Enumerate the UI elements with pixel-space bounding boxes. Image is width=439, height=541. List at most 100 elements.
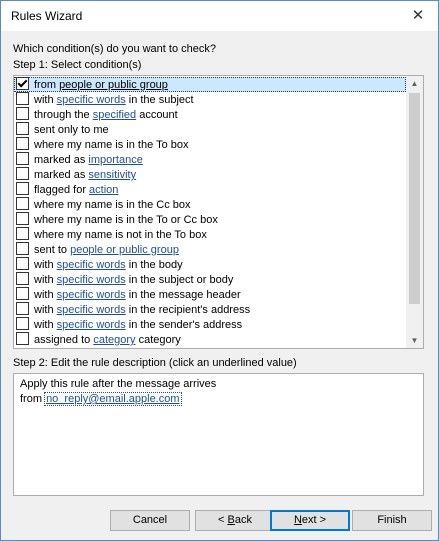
back-arrow-label: < — [218, 514, 228, 526]
condition-link[interactable]: specific words — [57, 259, 126, 271]
rule-description-box: Apply this rule after the message arrive… — [13, 373, 424, 496]
condition-link[interactable]: importance — [88, 154, 142, 166]
condition-row[interactable]: with specific words in the message heade… — [14, 287, 406, 302]
cancel-button[interactable]: Cancel — [110, 510, 190, 531]
condition-text-suffix: category — [135, 334, 181, 346]
condition-text: where my name is in the To box — [34, 139, 189, 151]
condition-text: with — [34, 319, 57, 331]
condition-checkbox[interactable] — [16, 197, 29, 210]
condition-row[interactable]: assigned to category category — [14, 332, 406, 347]
condition-text: with — [34, 259, 57, 271]
condition-text-suffix: in the recipient's address — [125, 304, 251, 316]
condition-link[interactable]: people or public group — [59, 79, 168, 91]
condition-checkbox[interactable] — [16, 107, 29, 120]
next-label-rest: ext > — [301, 514, 327, 526]
condition-text-suffix: account — [136, 109, 178, 121]
condition-link[interactable]: specific words — [57, 274, 126, 286]
condition-row[interactable]: sent only to me — [14, 122, 406, 137]
condition-text-suffix: in the sender's address — [125, 319, 243, 331]
condition-checkbox[interactable] — [16, 122, 29, 135]
finish-button[interactable]: Finish — [352, 510, 432, 531]
back-button[interactable]: < Back — [195, 510, 275, 531]
description-line-2: from no_reply@email.apple.com — [20, 392, 182, 406]
condition-checkbox[interactable] — [16, 332, 29, 345]
condition-link[interactable]: specific words — [57, 289, 126, 301]
condition-row[interactable]: marked as sensitivity — [14, 167, 406, 182]
condition-row[interactable]: where my name is in the To or Cc box — [14, 212, 406, 227]
finish-label: Finish — [377, 514, 407, 526]
condition-link[interactable]: specific words — [57, 319, 126, 331]
condition-checkbox[interactable] — [16, 272, 29, 285]
condition-text: where my name is in the To or Cc box — [34, 214, 218, 226]
condition-row[interactable]: where my name is not in the To box — [14, 227, 406, 242]
condition-checkbox[interactable] — [16, 317, 29, 330]
condition-link[interactable]: specified — [93, 109, 136, 121]
condition-link[interactable]: specific words — [57, 94, 126, 106]
step1-label: Step 1: Select condition(s) — [13, 59, 142, 71]
condition-row[interactable]: with specific words in the subject — [14, 92, 406, 107]
condition-row[interactable]: marked as importance — [14, 152, 406, 167]
condition-row[interactable]: where my name is in the Cc box — [14, 197, 406, 212]
condition-checkbox[interactable] — [16, 182, 29, 195]
condition-text: with — [34, 274, 57, 286]
condition-row[interactable]: sent to people or public group — [14, 242, 406, 257]
condition-link[interactable]: category — [93, 334, 135, 346]
conditions-list[interactable]: from people or public group with specific… — [13, 75, 424, 349]
scroll-thumb[interactable] — [409, 93, 420, 304]
condition-checkbox[interactable] — [16, 92, 29, 105]
step2-label: Step 2: Edit the rule description (click… — [13, 357, 297, 369]
condition-text: from — [34, 79, 60, 91]
condition-text: with — [34, 94, 57, 106]
condition-row[interactable]: flagged for action — [14, 182, 406, 197]
condition-text: marked as — [34, 169, 89, 181]
condition-checkbox[interactable] — [16, 77, 29, 90]
condition-checkbox[interactable] — [16, 302, 29, 315]
condition-checkbox[interactable] — [16, 137, 29, 150]
title-bar: Rules Wizard ✕ — [1, 1, 438, 31]
sender-address-link[interactable]: no_reply@email.apple.com — [44, 392, 182, 406]
condition-checkbox[interactable] — [16, 212, 29, 225]
condition-checkbox[interactable] — [16, 152, 29, 165]
condition-row[interactable]: through the specified account — [14, 107, 406, 122]
condition-link[interactable]: people or public group — [70, 244, 179, 256]
close-icon[interactable]: ✕ — [398, 1, 438, 31]
condition-checkbox[interactable] — [16, 287, 29, 300]
condition-text: where my name is not in the To box — [34, 229, 207, 241]
rules-wizard-dialog: Rules Wizard ✕ Which condition(s) do you… — [0, 0, 439, 541]
condition-row[interactable]: from people or public group — [14, 77, 406, 92]
condition-text: sent to — [34, 244, 71, 256]
condition-checkbox[interactable] — [16, 257, 29, 270]
condition-text: with — [34, 289, 57, 301]
condition-row[interactable]: where my name is in the To box — [14, 137, 406, 152]
condition-checkbox[interactable] — [16, 167, 29, 180]
question-heading: Which condition(s) do you want to check? — [13, 43, 216, 55]
condition-link[interactable]: action — [89, 184, 118, 196]
condition-text: through the — [34, 109, 93, 121]
condition-text: marked as — [34, 154, 89, 166]
next-access-key: N — [293, 514, 302, 526]
condition-row[interactable]: with specific words in the sender's addr… — [14, 317, 406, 332]
condition-checkbox[interactable] — [16, 227, 29, 240]
back-label-rest: ack — [234, 514, 252, 526]
condition-text: with — [34, 304, 57, 316]
description-from-text: from — [20, 393, 46, 405]
next-button[interactable]: Next > — [270, 510, 350, 531]
condition-row[interactable]: with specific words in the recipient's a… — [14, 302, 406, 317]
scroll-down-icon[interactable]: ▼ — [406, 333, 423, 348]
description-line-1: Apply this rule after the message arrive… — [20, 378, 217, 390]
condition-link[interactable]: sensitivity — [88, 169, 136, 181]
condition-text-suffix: in the message header — [125, 289, 241, 301]
condition-text-suffix: in the body — [125, 259, 183, 271]
condition-checkbox[interactable] — [16, 242, 29, 255]
scroll-up-icon[interactable]: ▲ — [406, 76, 423, 91]
condition-link[interactable]: specific words — [57, 304, 126, 316]
conditions-rows: from people or public group with specific… — [14, 77, 406, 347]
condition-row[interactable]: with specific words in the body — [14, 257, 406, 272]
conditions-scrollbar[interactable]: ▲ ▼ — [406, 76, 423, 348]
condition-text-suffix: in the subject or body — [125, 274, 234, 286]
back-access-key: B — [227, 514, 235, 526]
condition-row[interactable]: with specific words in the subject or bo… — [14, 272, 406, 287]
cancel-label: Cancel — [132, 514, 168, 526]
condition-text: sent only to me — [34, 124, 109, 136]
condition-text: where my name is in the Cc box — [34, 199, 191, 211]
